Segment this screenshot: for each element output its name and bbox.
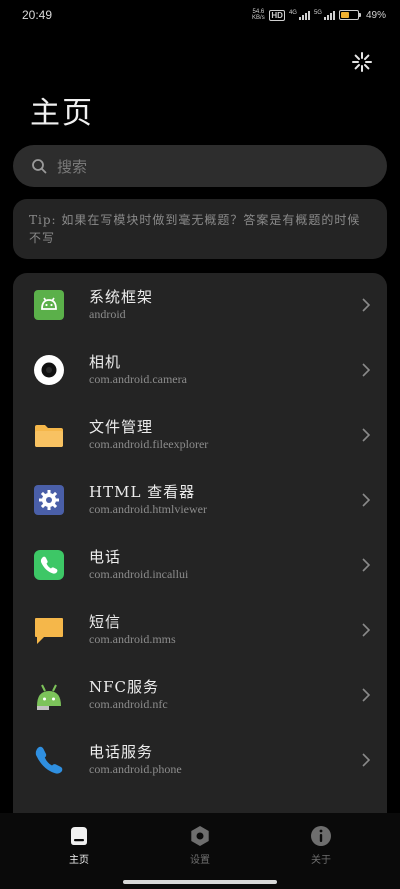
tip-card: Tip: 如果在写模块时做到毫无概题？答案是有概题的时候不写 bbox=[13, 199, 387, 259]
page-title: 主页 bbox=[30, 96, 94, 131]
app-name: 文件管理 bbox=[89, 418, 154, 436]
loading-icon[interactable] bbox=[351, 51, 373, 73]
battery-level bbox=[340, 12, 349, 18]
list-item-camera[interactable]: 相机 com.android.camera bbox=[13, 338, 387, 403]
list-item-phone-service[interactable]: 电话服务 com.android.phone bbox=[13, 728, 387, 793]
folder-icon bbox=[35, 425, 63, 447]
chevron-right-icon bbox=[362, 428, 371, 442]
home-indicator[interactable] bbox=[123, 880, 277, 884]
chevron-right-icon bbox=[362, 493, 371, 507]
nav-label: 主页 bbox=[69, 855, 89, 866]
battery-percent: 49% bbox=[365, 9, 386, 21]
hd-voice-icon: HD bbox=[269, 9, 285, 21]
search-placeholder: 搜索 bbox=[57, 157, 88, 176]
signal-sim1-icon: 4G bbox=[289, 10, 310, 20]
app-package: com.android.phone bbox=[89, 762, 182, 776]
nav-item-settings[interactable]: 设置 bbox=[170, 825, 230, 866]
nav-label: 关于 bbox=[311, 855, 331, 866]
list-item-html-viewer[interactable]: HTML 查看器 com.android.htmlviewer bbox=[13, 468, 387, 533]
status-bar: 20:49 54.6 KB/s HD 4G 5G 49% bbox=[0, 0, 400, 30]
chevron-right-icon bbox=[362, 753, 371, 767]
app-list: 系统框架 android 相机 com.android.camera 文件管理 … bbox=[13, 273, 387, 813]
camera-icon bbox=[34, 355, 64, 385]
app-package: android bbox=[89, 307, 126, 321]
android-robot-icon bbox=[37, 684, 61, 710]
android-framework-icon bbox=[34, 290, 64, 320]
chevron-right-icon bbox=[362, 688, 371, 702]
nav-label: 设置 bbox=[190, 855, 210, 866]
app-name: 相机 bbox=[89, 353, 122, 371]
app-name: HTML 查看器 bbox=[89, 483, 196, 501]
bottom-nav: 主页 设置 关于 bbox=[0, 813, 400, 889]
app-package: com.android.htmlviewer bbox=[89, 502, 207, 516]
chevron-right-icon bbox=[362, 558, 371, 572]
gear-icon bbox=[34, 485, 64, 515]
list-item-mms[interactable]: 短信 com.android.mms bbox=[13, 598, 387, 663]
home-icon bbox=[71, 827, 87, 845]
list-item-android[interactable]: 系统框架 android bbox=[13, 273, 387, 338]
app-package: com.android.fileexplorer bbox=[89, 437, 209, 451]
network-speed: 54.6 KB/s bbox=[252, 9, 265, 21]
status-icons: 54.6 KB/s HD 4G 5G 49% bbox=[251, 6, 386, 24]
chevron-right-icon bbox=[362, 363, 371, 377]
app-name: 电话 bbox=[89, 548, 122, 566]
message-icon bbox=[35, 618, 63, 644]
app-name: NFC服务 bbox=[89, 678, 160, 696]
app-name: 短信 bbox=[89, 613, 122, 631]
app-package: com.android.incallui bbox=[89, 567, 189, 581]
app-package: com.android.mms bbox=[89, 632, 176, 646]
battery-icon bbox=[338, 10, 361, 20]
search-icon bbox=[32, 159, 47, 174]
search-input[interactable]: 搜索 bbox=[13, 145, 387, 187]
app-package: com.android.nfc bbox=[89, 697, 168, 711]
app-name: 电话服务 bbox=[89, 743, 154, 761]
signal-sim2-icon: 5G bbox=[314, 10, 335, 20]
phone-service-icon bbox=[35, 746, 63, 774]
nav-item-home[interactable]: 主页 bbox=[49, 825, 109, 866]
chevron-right-icon bbox=[362, 623, 371, 637]
list-item-phone[interactable]: 电话 com.android.incallui bbox=[13, 533, 387, 598]
nav-item-about[interactable]: 关于 bbox=[291, 825, 351, 866]
chevron-right-icon bbox=[362, 298, 371, 312]
list-item-file-manager[interactable]: 文件管理 com.android.fileexplorer bbox=[13, 403, 387, 468]
settings-icon bbox=[191, 826, 209, 846]
info-icon bbox=[311, 826, 331, 846]
phone-icon bbox=[34, 550, 64, 580]
list-item-nfc[interactable]: NFC服务 com.android.nfc bbox=[13, 663, 387, 728]
app-package: com.android.camera bbox=[89, 372, 187, 386]
app-name: 系统框架 bbox=[89, 288, 154, 306]
status-time: 20:49 bbox=[22, 8, 53, 22]
